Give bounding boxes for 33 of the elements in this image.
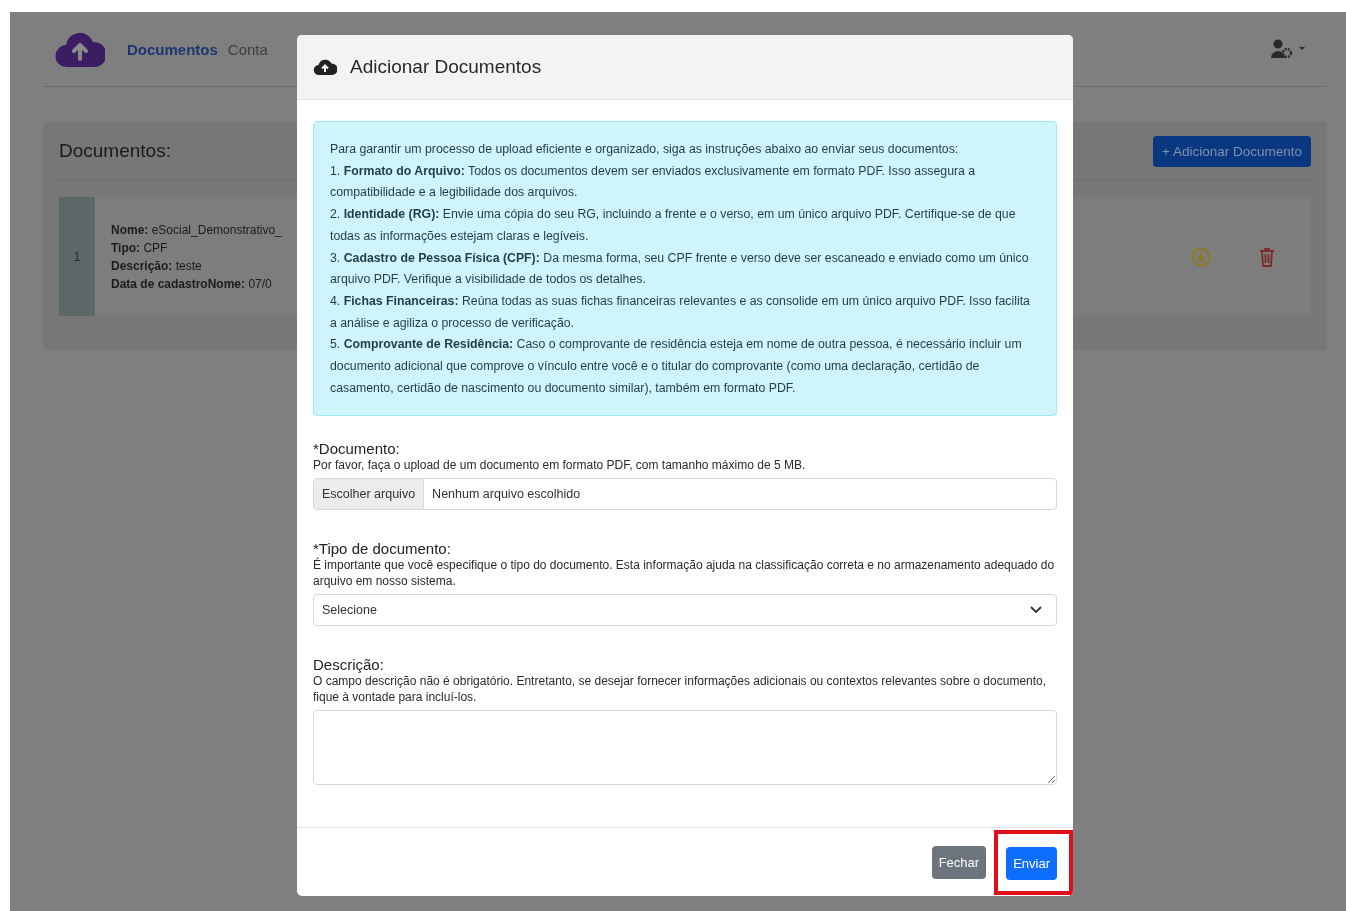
nav-link[interactable]: Documentos bbox=[127, 40, 218, 58]
submit-button[interactable]: Enviar bbox=[1006, 846, 1057, 880]
file-status: Nenhum arquivo escolhido bbox=[431, 486, 581, 504]
instruction-text: 1. Formato do Arquivo: Todos os documentos devem ser enviados exclusivamente em formato PDF. Isso assegura a compatibilidade e a legibilidade dos arquivos. bbox=[330, 162, 977, 202]
field-label: Descrição: bbox=[313, 656, 385, 674]
instruction-text: 2. Identidade (RG): Envie uma cópia do seu RG, incluindo a frente e o verso, em um único arquivo PDF. Certifique-se de que todas as informações estejam claras e legíveis. bbox=[330, 206, 1017, 245]
close-button[interactable]: Fechar bbox=[931, 845, 987, 879]
nav-link[interactable]: Conta bbox=[227, 40, 268, 58]
help-text: Por favor, faça o upload de um documento em formato PDF, com tamanho máximo de 5 MB. bbox=[313, 457, 807, 474]
choose-file-button[interactable]: Escolher arquivo bbox=[314, 479, 425, 510]
field-label: *Tipo de documento: bbox=[313, 540, 452, 558]
document-type-select[interactable]: Selecione bbox=[313, 594, 1057, 627]
cloud-upload-icon bbox=[313, 58, 337, 76]
document-detail: Nome: eSocial_Demonstrativo_ bbox=[111, 221, 282, 239]
row-number: 1 bbox=[59, 197, 95, 316]
document-detail: Descrição: teste bbox=[111, 257, 203, 275]
section-title: Documentos: bbox=[59, 140, 171, 162]
modal-title: Adicionar Documentos bbox=[350, 56, 542, 78]
add-document-button[interactable]: + Adicionar Documento bbox=[1153, 135, 1311, 167]
instruction-text: 3. Cadastro de Pessoa Física (CPF): Da mesma forma, seu CPF frente e verso deve ser escaneado e enviado como um único arquivo PDF. Verifique a visibilidade de todos os detalhes. bbox=[330, 249, 1030, 289]
user-settings-icon[interactable] bbox=[1271, 39, 1307, 59]
instruction-text: 4. Fichas Financeiras: Reúna todas as suas fichas financeiras relevantes e as consolide em um único arquivo PDF. Isso facilita a análise e agiliza o processo de verificação. bbox=[330, 292, 1031, 332]
instruction-text: Para garantir um processo de upload eficiente e organizado, siga as instruções abaixo ao enviar seus documentos: bbox=[330, 141, 960, 158]
file-field[interactable]: Escolher arquivo Nenhum arquivo escolhido bbox=[313, 478, 1057, 511]
instruction-text: 5. Comprovante de Residência: Caso o comprovante de residência esteja em nome de outra pessoa, é necessário incluir um documento adicional que comprove o vínculo entre você e o titular do comprovante (como uma declaração, certidão de casamento, certidão de nascimento ou documento similar), também em formato PDF. bbox=[330, 336, 1023, 397]
trash-icon[interactable] bbox=[1259, 246, 1275, 267]
help-text: É importante que você especifique o tipo do documento. Esta informação ajuda na classificação correta e no armazenamento adequado do arquivo em nosso sistema. bbox=[313, 557, 1056, 590]
document-detail: Data de cadastroNome: 07/0 bbox=[111, 275, 273, 293]
description-field[interactable] bbox=[313, 710, 1057, 786]
chevron-down-icon bbox=[1030, 606, 1042, 615]
help-text: O campo descrição não é obrigatório. Entretanto, se desejar fornecer informações adicionais ou contextos relevantes sobre o documento, fique à vontade para incluí-los. bbox=[313, 673, 1048, 706]
field-label: *Documento: bbox=[313, 440, 401, 458]
document-detail: Tipo: CPF bbox=[111, 239, 169, 257]
